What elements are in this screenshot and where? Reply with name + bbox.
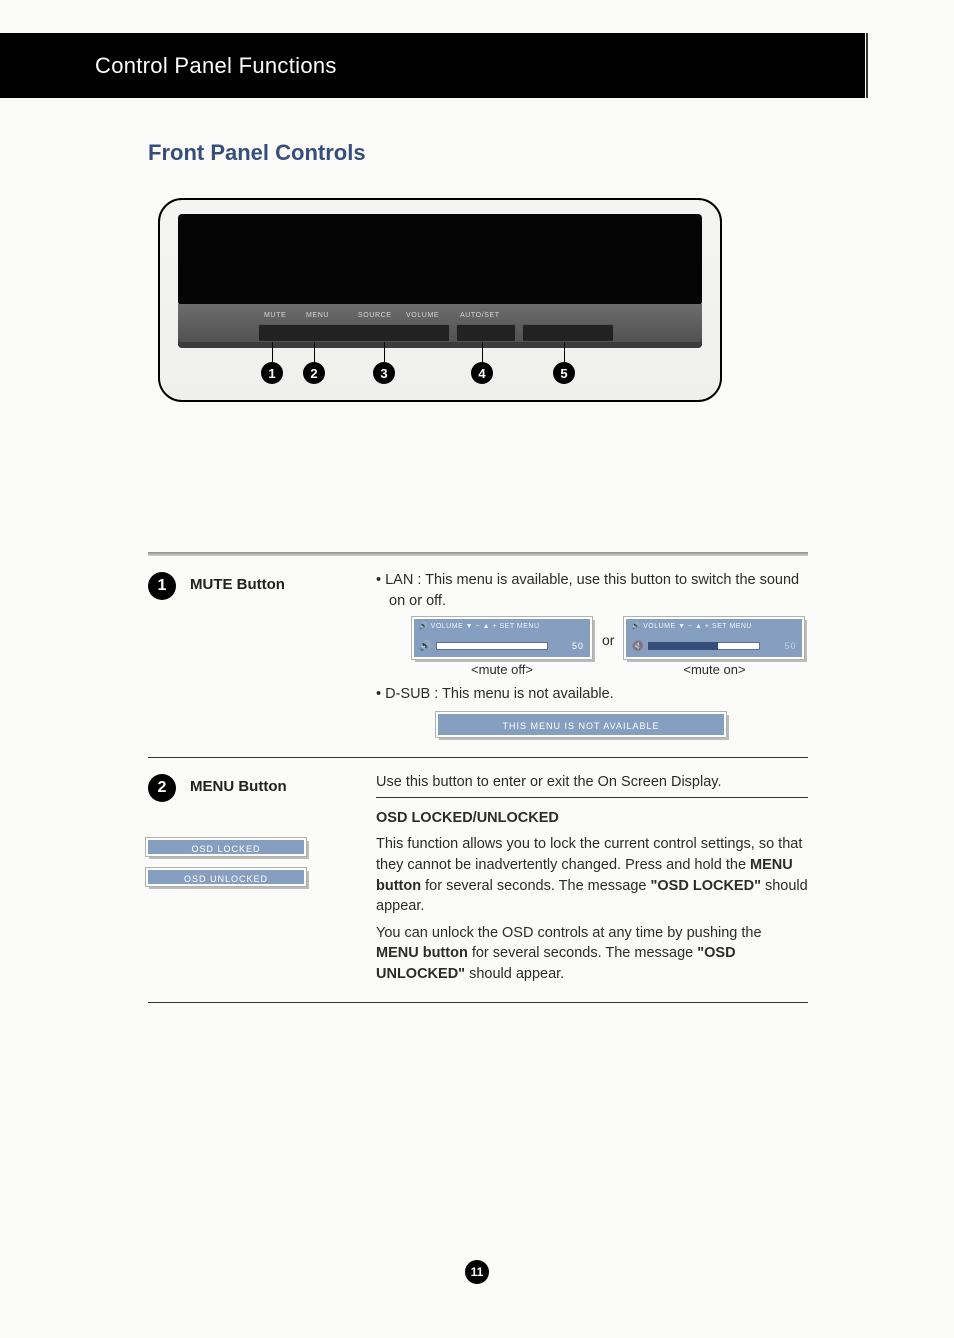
callout-4: 4: [471, 362, 493, 384]
osd-not-available: THIS MENU IS NOT AVAILABLE: [436, 712, 726, 737]
page-header: Control Panel Functions: [0, 33, 865, 98]
callout-1: 1: [261, 362, 283, 384]
header-title: Control Panel Functions: [95, 53, 337, 79]
osd-lock-heading: OSD LOCKED/UNLOCKED: [376, 808, 808, 829]
item-menu: 2 MENU Button OSD LOCKED OSD UNLOCKED Us…: [148, 758, 808, 1003]
subtitle: Front Panel Controls: [148, 140, 808, 166]
osd-volume-on: 🔊 VOLUME ▼ − ▲ + SET MENU 🔇 50: [624, 617, 804, 659]
label-menu: MENU: [306, 312, 329, 319]
item2-paragraph1: This function allows you to lock the cur…: [376, 834, 808, 916]
callout-2: 2: [303, 362, 325, 384]
callout-5: 5: [553, 362, 575, 384]
divider: [376, 797, 808, 798]
divider: [866, 33, 868, 98]
label-autoset: AUTO/SET: [460, 312, 500, 319]
callout-3: 3: [373, 362, 395, 384]
item-mute: 1 MUTE Button • LAN : This menu is avail…: [148, 556, 808, 758]
osd-volume-off: 🔊 VOLUME ▼ − ▲ + SET MENU 🔊 50: [412, 617, 592, 659]
item1-number: 1: [148, 572, 176, 600]
label-mute: MUTE: [264, 312, 286, 319]
item1-lan-text: • LAN : This menu is available, use this…: [376, 570, 808, 611]
label-source: SOURCE: [358, 312, 392, 319]
item2-intro: Use this button to enter or exit the On …: [376, 772, 808, 793]
or-label: or: [602, 631, 614, 651]
label-volume: VOLUME: [406, 312, 439, 319]
front-panel-diagram: MUTE MENU SOURCE VOLUME AUTO/SET 1 2 3 4…: [158, 198, 722, 402]
page-number: 11: [465, 1260, 489, 1284]
mute-off-label: <mute off>: [412, 661, 592, 679]
item2-number: 2: [148, 774, 176, 802]
item2-paragraph2: You can unlock the OSD controls at any t…: [376, 923, 808, 985]
osd-unlocked-box: OSD UNLOCKED: [146, 868, 306, 886]
item1-title: MUTE Button: [190, 576, 285, 593]
osd-locked-box: OSD LOCKED: [146, 838, 306, 856]
item2-title: MENU Button: [190, 778, 287, 802]
mute-on-label: <mute on>: [624, 661, 804, 679]
item1-dsub-text: • D-SUB : This menu is not available.: [376, 684, 808, 705]
